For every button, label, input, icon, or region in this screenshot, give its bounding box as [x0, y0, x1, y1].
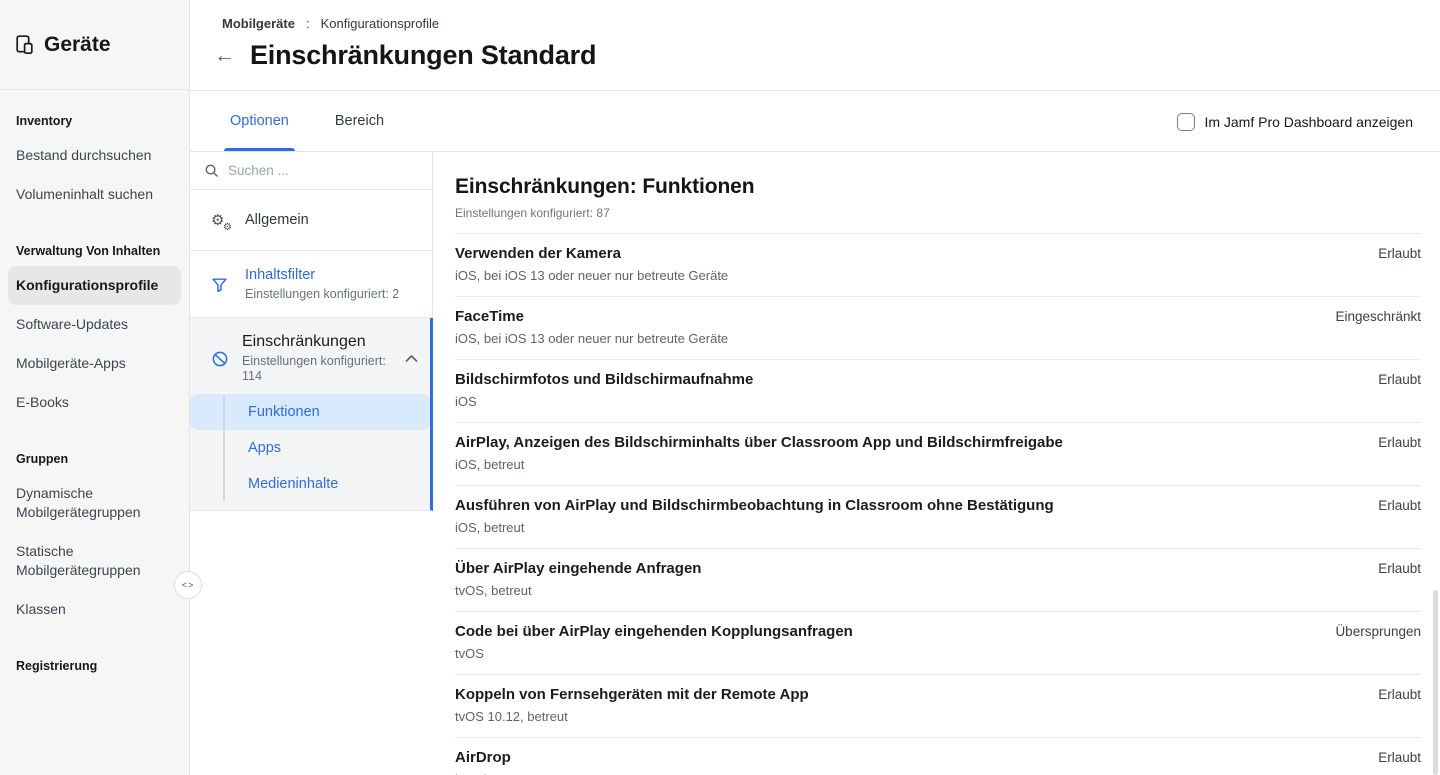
dashboard-checkbox-row: Im Jamf Pro Dashboard anzeigen	[1177, 91, 1413, 152]
setting-title: AirDrop	[455, 748, 524, 767]
app-title: Geräte	[44, 33, 111, 57]
sidebar-section-verwaltung: Verwaltung Von Inhalten	[0, 214, 189, 266]
setting-sub: iOS, bei iOS 13 oder neuer nur betreute …	[455, 268, 728, 284]
page-header: Mobilgeräte : Konfigurationsprofile ← Ei…	[190, 0, 1440, 91]
setting-value: Erlaubt	[1378, 748, 1421, 765]
chevron-up-icon[interactable]	[405, 354, 420, 363]
page-title: Einschränkungen Standard	[250, 40, 596, 71]
setting-value: Erlaubt	[1378, 685, 1421, 702]
setting-value: Eingeschränkt	[1335, 307, 1421, 324]
setting-title: Ausführen von AirPlay und Bildschirmbeob…	[455, 496, 1054, 515]
indent-guide	[223, 396, 225, 500]
setting-row[interactable]: Bildschirmfotos und Bildschirmaufnahme i…	[455, 360, 1421, 423]
panel-search-row	[190, 152, 433, 190]
setting-sub: tvOS	[455, 646, 853, 662]
content-subheading: Einstellungen konfiguriert: 87	[455, 206, 1421, 220]
content-heading: Einschränkungen: Funktionen	[455, 175, 1421, 199]
prohibit-icon	[211, 350, 229, 368]
panel-item-allgemein[interactable]: ⚙⚙ Allgemein	[190, 190, 433, 251]
setting-value: Erlaubt	[1378, 244, 1421, 261]
sidebar-item-e-books[interactable]: E-Books	[0, 383, 189, 422]
setting-row[interactable]: FaceTime iOS, bei iOS 13 oder neuer nur …	[455, 297, 1421, 360]
breadcrumb-section[interactable]: Mobilgeräte	[222, 16, 295, 31]
breadcrumb-separator: :	[306, 16, 310, 31]
panel-child-funktionen[interactable]: Funktionen	[190, 394, 430, 430]
setting-row[interactable]: Ausführen von AirPlay und Bildschirmbeob…	[455, 486, 1421, 549]
devices-icon	[14, 34, 35, 55]
collapse-icon: <>	[182, 580, 195, 590]
settings-content: Einschränkungen: Funktionen Einstellunge…	[433, 152, 1440, 775]
setting-sub: iOS, betreut	[455, 457, 1063, 473]
app-header: Geräte	[0, 0, 189, 90]
panel-item-sub: Einstellungen konfiguriert: 114	[242, 354, 392, 384]
setting-title: AirPlay, Anzeigen des Bildschirminhalts …	[455, 433, 1063, 452]
setting-row[interactable]: AirDrop iOS, betreut Erlaubt	[455, 738, 1421, 775]
sidebar-item-konfigurationsprofile[interactable]: Konfigurationsprofile	[8, 266, 181, 305]
setting-sub: iOS, betreut	[455, 520, 1054, 536]
panel-group-children: Funktionen Apps Medieninhalte	[190, 394, 430, 510]
panel-item-sub: Einstellungen konfiguriert: 2	[245, 287, 399, 302]
setting-row[interactable]: Über AirPlay eingehende Anfragen tvOS, b…	[455, 549, 1421, 612]
sidebar-item-klassen[interactable]: Klassen	[0, 590, 189, 629]
sidebar-item-dynamische-mobilgeraetegruppen[interactable]: Dynamische Mobilgerätegruppen	[0, 474, 189, 532]
tab-optionen[interactable]: Optionen	[230, 91, 289, 151]
setting-row[interactable]: Verwenden der Kamera iOS, bei iOS 13 ode…	[455, 234, 1421, 297]
back-arrow-icon[interactable]: ←	[214, 45, 235, 66]
sidebar-item-bestand-durchsuchen[interactable]: Bestand durchsuchen	[0, 136, 189, 175]
gears-icon: ⚙⚙	[211, 211, 231, 229]
setting-value: Erlaubt	[1378, 433, 1421, 450]
search-icon	[204, 163, 219, 178]
dashboard-checkbox[interactable]	[1177, 113, 1195, 131]
setting-value: Erlaubt	[1378, 496, 1421, 513]
breadcrumb: Mobilgeräte : Konfigurationsprofile	[222, 16, 439, 31]
search-input[interactable]	[228, 163, 418, 178]
setting-value: Erlaubt	[1378, 370, 1421, 387]
sidebar-item-mobilgeraete-apps[interactable]: Mobilgeräte-Apps	[0, 344, 189, 383]
tab-bereich[interactable]: Bereich	[335, 91, 384, 151]
panel-child-medieninhalte[interactable]: Medieninhalte	[190, 466, 430, 502]
panel-item-label: Einschränkungen	[242, 333, 366, 350]
panel-item-label: Inhaltsfilter	[245, 267, 315, 283]
setting-value: Übersprungen	[1335, 622, 1421, 639]
setting-sub: tvOS, betreut	[455, 583, 701, 599]
sidebar-nav: Inventory Bestand durchsuchen Volumeninh…	[0, 90, 189, 681]
sidebar-item-volumeninhalt-suchen[interactable]: Volumeninhalt suchen	[0, 175, 189, 214]
funnel-icon	[211, 276, 231, 293]
sidebar-section-inventory: Inventory	[0, 90, 189, 136]
panel-item-inhaltsfilter[interactable]: Inhaltsfilter Einstellungen konfiguriert…	[190, 251, 433, 318]
setting-title: Bildschirmfotos und Bildschirmaufnahme	[455, 370, 753, 389]
app-sidebar: Geräte Inventory Bestand durchsuchen Vol…	[0, 0, 190, 775]
setting-sub: iOS, bei iOS 13 oder neuer nur betreute …	[455, 331, 728, 347]
setting-title: Über AirPlay eingehende Anfragen	[455, 559, 701, 578]
dashboard-checkbox-label: Im Jamf Pro Dashboard anzeigen	[1204, 114, 1413, 130]
breadcrumb-page[interactable]: Konfigurationsprofile	[321, 16, 440, 31]
setting-sub: iOS	[455, 394, 753, 410]
panel-item-einschraenkungen[interactable]: Einschränkungen Einstellungen konfigurie…	[190, 318, 430, 394]
setting-sub: tvOS 10.12, betreut	[455, 709, 809, 725]
setting-title: Code bei über AirPlay eingehenden Kopplu…	[455, 622, 853, 641]
setting-row[interactable]: Koppeln von Fernsehgeräten mit der Remot…	[455, 675, 1421, 738]
setting-title: Koppeln von Fernsehgeräten mit der Remot…	[455, 685, 809, 704]
panel-group-einschraenkungen: Einschränkungen Einstellungen konfigurie…	[190, 318, 433, 511]
setting-title: Verwenden der Kamera	[455, 244, 728, 263]
tab-strip: Optionen Bereich Im Jamf Pro Dashboard a…	[190, 91, 1440, 152]
setting-value: Erlaubt	[1378, 559, 1421, 576]
sidebar-section-registrierung: Registrierung	[0, 629, 189, 681]
panel-child-apps[interactable]: Apps	[190, 430, 430, 466]
panel-item-label: Allgemein	[245, 212, 309, 228]
setting-row[interactable]: Code bei über AirPlay eingehenden Kopplu…	[455, 612, 1421, 675]
sidebar-item-software-updates[interactable]: Software-Updates	[0, 305, 189, 344]
setting-title: FaceTime	[455, 307, 728, 326]
sidebar-collapse-handle[interactable]: <>	[174, 571, 202, 599]
sidebar-section-gruppen: Gruppen	[0, 422, 189, 474]
scrollbar-thumb[interactable]	[1433, 590, 1438, 775]
sidebar-item-statische-mobilgeraetegruppen[interactable]: Statische Mobilgerätegruppen	[0, 532, 189, 590]
content-header: Einschränkungen: Funktionen Einstellunge…	[455, 152, 1421, 234]
setting-row[interactable]: AirPlay, Anzeigen des Bildschirminhalts …	[455, 423, 1421, 486]
options-panel: ⚙⚙ Allgemein Inhaltsfilter Einstellungen…	[190, 152, 433, 511]
